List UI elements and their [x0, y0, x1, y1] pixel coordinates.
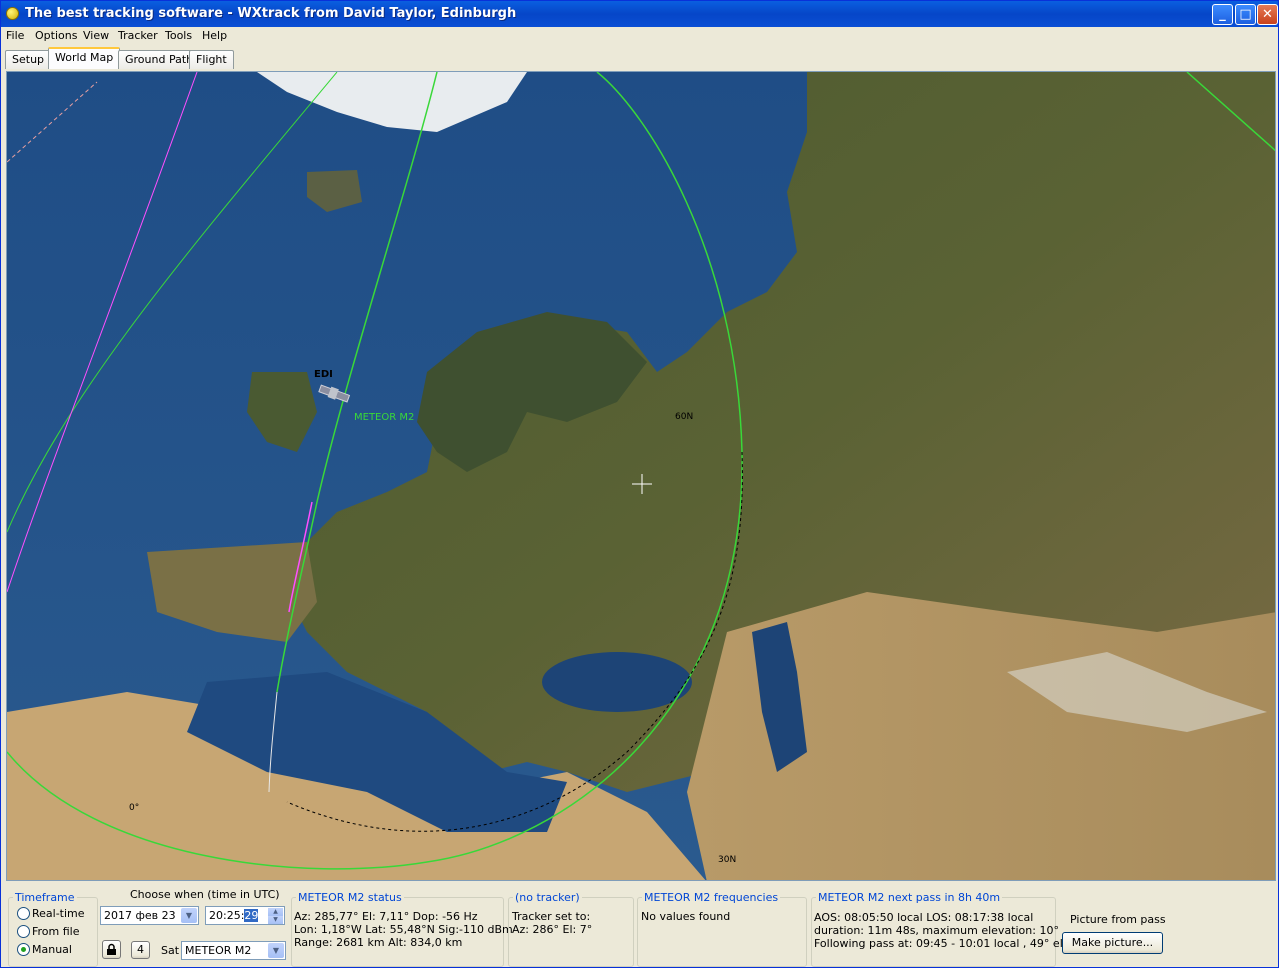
sat-label: Sat: [161, 944, 180, 957]
date-picker[interactable]: 2017 фев 23 ▼: [100, 906, 199, 925]
menu-bar: File Options View Tracker Tools Help: [1, 27, 1278, 45]
next-pass-line-1: AOS: 08:05:50 local LOS: 08:17:38 local: [814, 911, 1034, 924]
map-canvas: EDI METEOR M2 60N 30N 0°: [7, 72, 1275, 880]
time-input[interactable]: 20:25:29 ▲ ▼: [205, 906, 285, 925]
menu-tools[interactable]: Tools: [165, 29, 192, 42]
menu-tracker[interactable]: Tracker: [118, 29, 158, 42]
fromfile-label[interactable]: From file: [32, 925, 80, 938]
next-pass-legend: METEOR M2 next pass in 8h 40m: [818, 891, 1001, 904]
status-line-3: Range: 2681 km Alt: 834,0 km: [294, 936, 463, 949]
chevron-down-icon[interactable]: ▼: [268, 943, 284, 958]
frequencies-group: METEOR M2 frequencies: [637, 891, 807, 967]
menu-options[interactable]: Options: [35, 29, 77, 42]
lat-label-60n: 60N: [675, 412, 693, 422]
satellite-select[interactable]: METEOR M2 ▼: [181, 941, 286, 960]
choose-when-label: Choose when (time in UTC): [130, 888, 280, 901]
time-selected: 29: [244, 909, 259, 922]
maximize-button[interactable]: □: [1235, 4, 1256, 25]
manual-label[interactable]: Manual: [32, 943, 72, 956]
picture-label: Picture from pass: [1070, 913, 1166, 926]
time-prefix: 20:25:: [209, 909, 245, 922]
lat-label-30n: 30N: [718, 855, 736, 865]
next-pass-line-2: duration: 11m 48s, maximum elevation: 10…: [814, 924, 1059, 937]
window-title: The best tracking software - WXtrack fro…: [25, 6, 517, 21]
status-line-2: Lon: 1,18°W Lat: 55,48°N Sig:-110 dBm: [294, 923, 513, 936]
app-icon: [6, 7, 19, 20]
app-window: The best tracking software - WXtrack fro…: [0, 0, 1279, 968]
tab-strip: Setup World Map Ground Path Flight: [1, 45, 1278, 69]
make-picture-button[interactable]: Make picture...: [1062, 932, 1163, 954]
menu-view[interactable]: View: [83, 29, 109, 42]
satellite-select-value: METEOR M2: [185, 944, 252, 957]
date-value: 2017 фев 23: [104, 909, 176, 922]
spin-down-icon[interactable]: ▼: [268, 916, 283, 924]
world-map[interactable]: EDI METEOR M2 60N 30N 0°: [6, 71, 1276, 881]
step-button[interactable]: 4: [131, 941, 150, 959]
tab-ground-path[interactable]: Ground Path: [118, 50, 201, 69]
title-bar: The best tracking software - WXtrack fro…: [1, 1, 1278, 27]
status-line-1: Az: 285,77° El: 7,11° Dop: -56 Hz: [294, 910, 478, 923]
station-label: EDI: [314, 369, 333, 380]
timeframe-legend: Timeframe: [15, 891, 75, 904]
realtime-radio[interactable]: [17, 907, 30, 920]
next-pass-line-3: Following pass at: 09:45 - 10:01 local ,…: [814, 937, 1079, 950]
spin-up-icon[interactable]: ▲: [268, 908, 283, 916]
frequencies-legend: METEOR M2 frequencies: [644, 891, 779, 904]
tracker-legend: (no tracker): [515, 891, 580, 904]
chevron-down-icon[interactable]: ▼: [181, 908, 197, 923]
tab-world-map[interactable]: World Map: [48, 47, 121, 69]
close-button[interactable]: ✕: [1257, 4, 1278, 25]
tracker-line-1: Tracker set to:: [512, 910, 591, 923]
minimize-button[interactable]: _: [1212, 4, 1233, 25]
lon-label-0: 0°: [129, 803, 139, 813]
tab-setup[interactable]: Setup: [5, 50, 52, 69]
tab-flight[interactable]: Flight: [189, 50, 234, 69]
menu-file[interactable]: File: [6, 29, 24, 42]
tracker-line-2: Az: 286° El: 7°: [512, 923, 593, 936]
black-sea: [542, 652, 692, 712]
status-legend: METEOR M2 status: [298, 891, 402, 904]
realtime-label[interactable]: Real-time: [32, 907, 85, 920]
lock-icon: [107, 943, 116, 955]
frequencies-line-1: No values found: [641, 910, 731, 923]
control-panel: Timeframe Real-time From file Manual Cho…: [1, 883, 1278, 967]
manual-radio[interactable]: [17, 943, 30, 956]
satellite-label: METEOR M2: [354, 412, 414, 423]
lock-button[interactable]: [102, 940, 121, 959]
fromfile-radio[interactable]: [17, 925, 30, 938]
menu-help[interactable]: Help: [202, 29, 227, 42]
